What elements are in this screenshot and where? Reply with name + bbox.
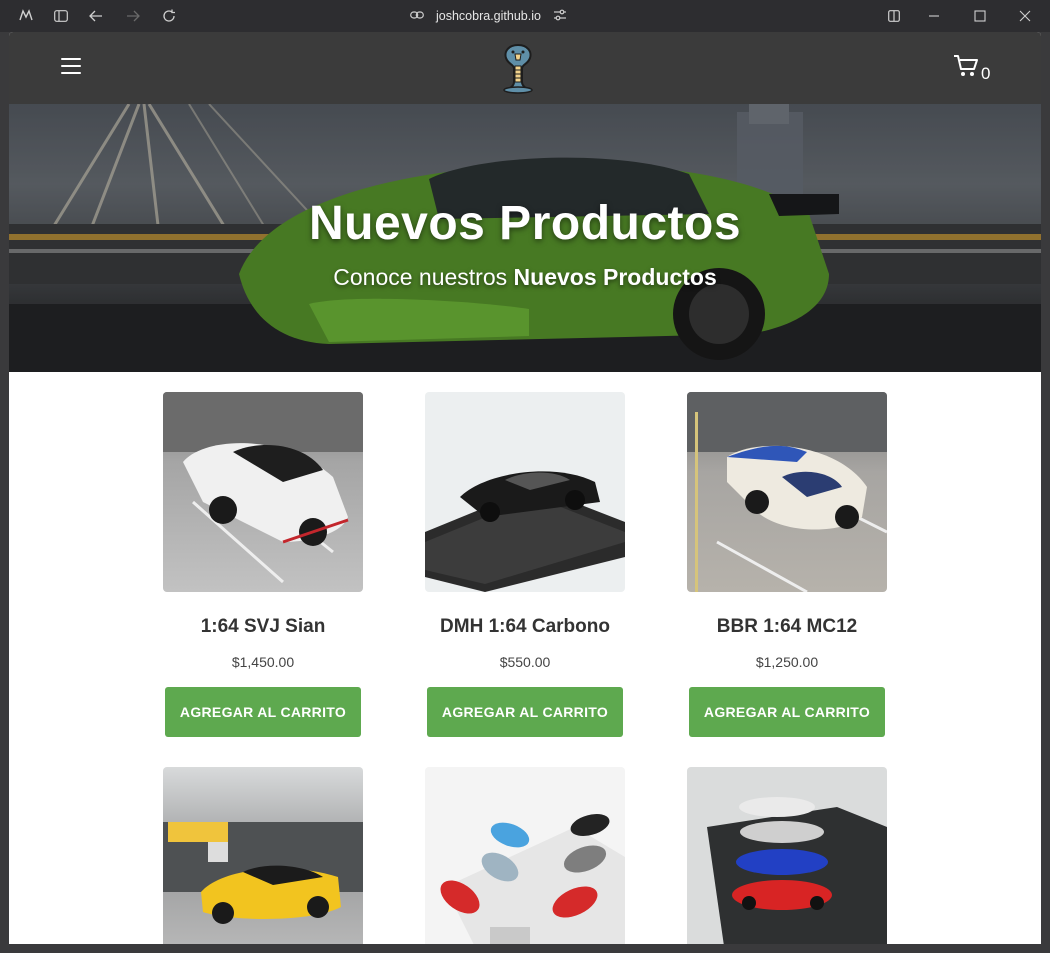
web-page: 0 Nuevos Productos Conoce nuestros Nuevo… <box>9 32 1041 944</box>
site-settings-icon[interactable] <box>553 9 567 24</box>
product-image[interactable] <box>687 767 887 944</box>
add-to-cart-button[interactable]: AGREGAR AL CARRITO <box>427 687 623 737</box>
product-card: DMH 1:64 Carbono $550.00 AGREGAR AL CARR… <box>425 392 625 737</box>
product-price: $550.00 <box>499 654 551 670</box>
hero-subtitle-bold: Nuevos Productos <box>513 264 717 290</box>
product-price: $1,250.00 <box>755 654 819 670</box>
cart-button[interactable]: 0 <box>953 54 1013 84</box>
product-card: BBR 1:64 MC12 $1,250.00 AGREGAR AL CARRI… <box>687 392 887 737</box>
reload-icon[interactable] <box>161 8 177 24</box>
browser-toolbar: joshcobra.github.io <box>0 0 1050 32</box>
close-icon[interactable] <box>1017 8 1033 24</box>
product-price: $1,450.00 <box>231 654 295 670</box>
hero-title: Nuevos Productos <box>308 197 742 250</box>
url-text: joshcobra.github.io <box>436 9 541 23</box>
product-card <box>425 767 625 944</box>
link-icon <box>410 9 424 23</box>
back-icon[interactable] <box>88 8 104 24</box>
split-view-icon[interactable] <box>886 8 902 24</box>
forward-icon[interactable] <box>125 8 141 24</box>
product-name: BBR 1:64 MC12 <box>716 616 858 637</box>
cart-icon <box>954 55 978 76</box>
product-image[interactable] <box>425 767 625 944</box>
address-bar[interactable]: joshcobra.github.io <box>410 6 567 26</box>
hero-subtitle-prefix: Conoce nuestros <box>333 264 514 290</box>
product-image[interactable] <box>163 767 363 944</box>
hero-banner: Nuevos Productos Conoce nuestros Nuevos … <box>9 104 1041 372</box>
browser-logo-icon[interactable] <box>18 8 34 24</box>
maximize-icon[interactable] <box>972 8 988 24</box>
cobra-logo[interactable] <box>499 42 537 94</box>
minimize-icon[interactable] <box>926 8 942 24</box>
product-image[interactable] <box>425 392 625 592</box>
product-name: DMH 1:64 Carbono <box>440 616 610 637</box>
product-image[interactable] <box>163 392 363 592</box>
product-card: 1:64 SVJ Sian $1,450.00 AGREGAR AL CARRI… <box>163 392 363 737</box>
product-card <box>687 767 887 944</box>
product-card <box>163 767 363 944</box>
add-to-cart-button[interactable]: AGREGAR AL CARRITO <box>689 687 885 737</box>
cart-count: 0 <box>981 64 991 83</box>
product-image[interactable] <box>687 392 887 592</box>
sidebar-toggle-icon[interactable] <box>53 8 69 24</box>
site-navbar: 0 <box>9 32 1041 104</box>
add-to-cart-button[interactable]: AGREGAR AL CARRITO <box>165 687 361 737</box>
hero-subtitle: Conoce nuestros Nuevos Productos <box>9 264 1041 291</box>
product-name: 1:64 SVJ Sian <box>200 616 326 637</box>
hamburger-icon[interactable] <box>61 58 81 74</box>
